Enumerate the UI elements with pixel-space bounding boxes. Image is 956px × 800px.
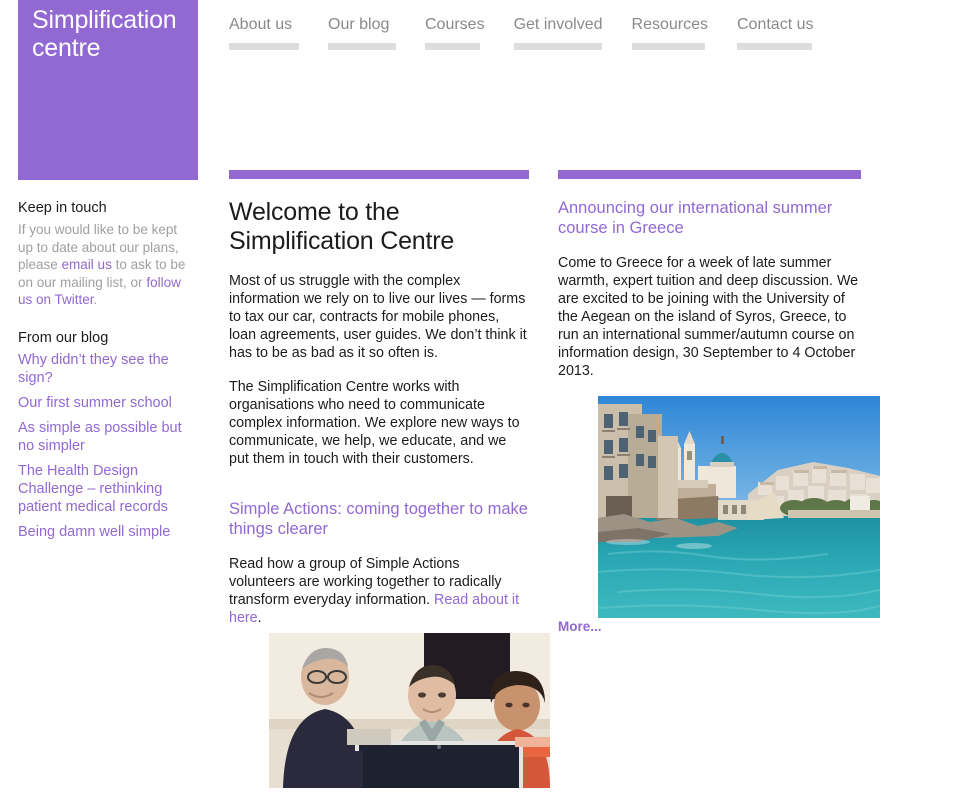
simple-actions-text-part2: . [257, 610, 262, 626]
email-us-link[interactable]: email us [62, 257, 112, 272]
nav-underline [229, 43, 299, 50]
greece-course-paragraph: Come to Greece for a week of late summer… [558, 255, 859, 379]
main-content-column: Welcome to the Simplification Centre Mos… [229, 198, 529, 627]
side-column-rule [558, 170, 861, 179]
greece-coastal-town-photo [598, 396, 880, 618]
nav-item-contact-us[interactable]: Contact us [737, 16, 813, 50]
blog-post-link[interactable]: Why didn’t they see the sign? [18, 351, 188, 387]
welcome-paragraph-1: Most of us struggle with the complex inf… [229, 273, 527, 361]
nav-item-resources[interactable]: Resources [631, 16, 708, 50]
nav-label: Contact us [737, 16, 814, 33]
nav-label: About us [229, 16, 293, 33]
site-logo-block[interactable]: Simplification centre [18, 0, 198, 180]
nav-label: Get involved [513, 16, 603, 33]
welcome-paragraph-2: The Simplification Centre works with org… [229, 379, 520, 467]
from-our-blog-heading: From our blog [18, 329, 109, 346]
logo-line-2: centre [32, 34, 101, 62]
blog-post-link[interactable]: Being damn well simple [18, 523, 188, 541]
blog-post-link[interactable]: As simple as possible but no simpler [18, 419, 188, 455]
sidebar: Keep in touch If you would like to be ke… [18, 198, 188, 548]
blog-post-link[interactable]: Our first summer school [18, 394, 188, 412]
greece-course-title[interactable]: Announcing our international summer cour… [558, 198, 861, 238]
keep-in-touch-heading: Keep in touch [18, 200, 107, 216]
nav-underline [631, 43, 705, 50]
nav-item-courses[interactable]: Courses [425, 16, 485, 50]
site-logo-text: Simplification centre [32, 6, 192, 62]
nav-underline [328, 43, 396, 50]
nav-label: Courses [425, 16, 485, 33]
nav-label: Resources [631, 16, 708, 33]
main-column-rule [229, 170, 529, 179]
simple-actions-text: Read how a group of Simple Actions volun… [229, 555, 529, 627]
nav-item-about-us[interactable]: About us [229, 16, 299, 50]
from-our-blog-section: From our blog Why didn’t they see the si… [18, 328, 188, 541]
nav-underline [425, 43, 480, 50]
nav-item-our-blog[interactable]: Our blog [328, 16, 396, 50]
nav-item-get-involved[interactable]: Get involved [513, 16, 603, 50]
more-link[interactable]: More... [558, 619, 602, 634]
side-content-column: Announcing our international summer cour… [558, 198, 861, 380]
simple-actions-meeting-photo [269, 633, 550, 788]
page-title: Welcome to the Simplification Centre [229, 198, 455, 255]
logo-line-1: Simplification [32, 6, 177, 34]
blog-post-link[interactable]: The Health Design Challenge – rethinking… [18, 462, 188, 516]
nav-underline [737, 43, 812, 50]
greece-photo-graphic [598, 396, 880, 618]
simple-actions-title[interactable]: Simple Actions: coming together to make … [229, 499, 529, 539]
keep-in-touch-text: If you would like to be kept up to date … [18, 221, 188, 309]
nav-underline [513, 43, 602, 50]
main-navigation: About us Our blog Courses Get involved R… [229, 16, 842, 50]
meeting-photo-graphic [269, 633, 550, 788]
nav-label: Our blog [328, 16, 390, 33]
keep-in-touch-text-part3: . [93, 292, 98, 307]
